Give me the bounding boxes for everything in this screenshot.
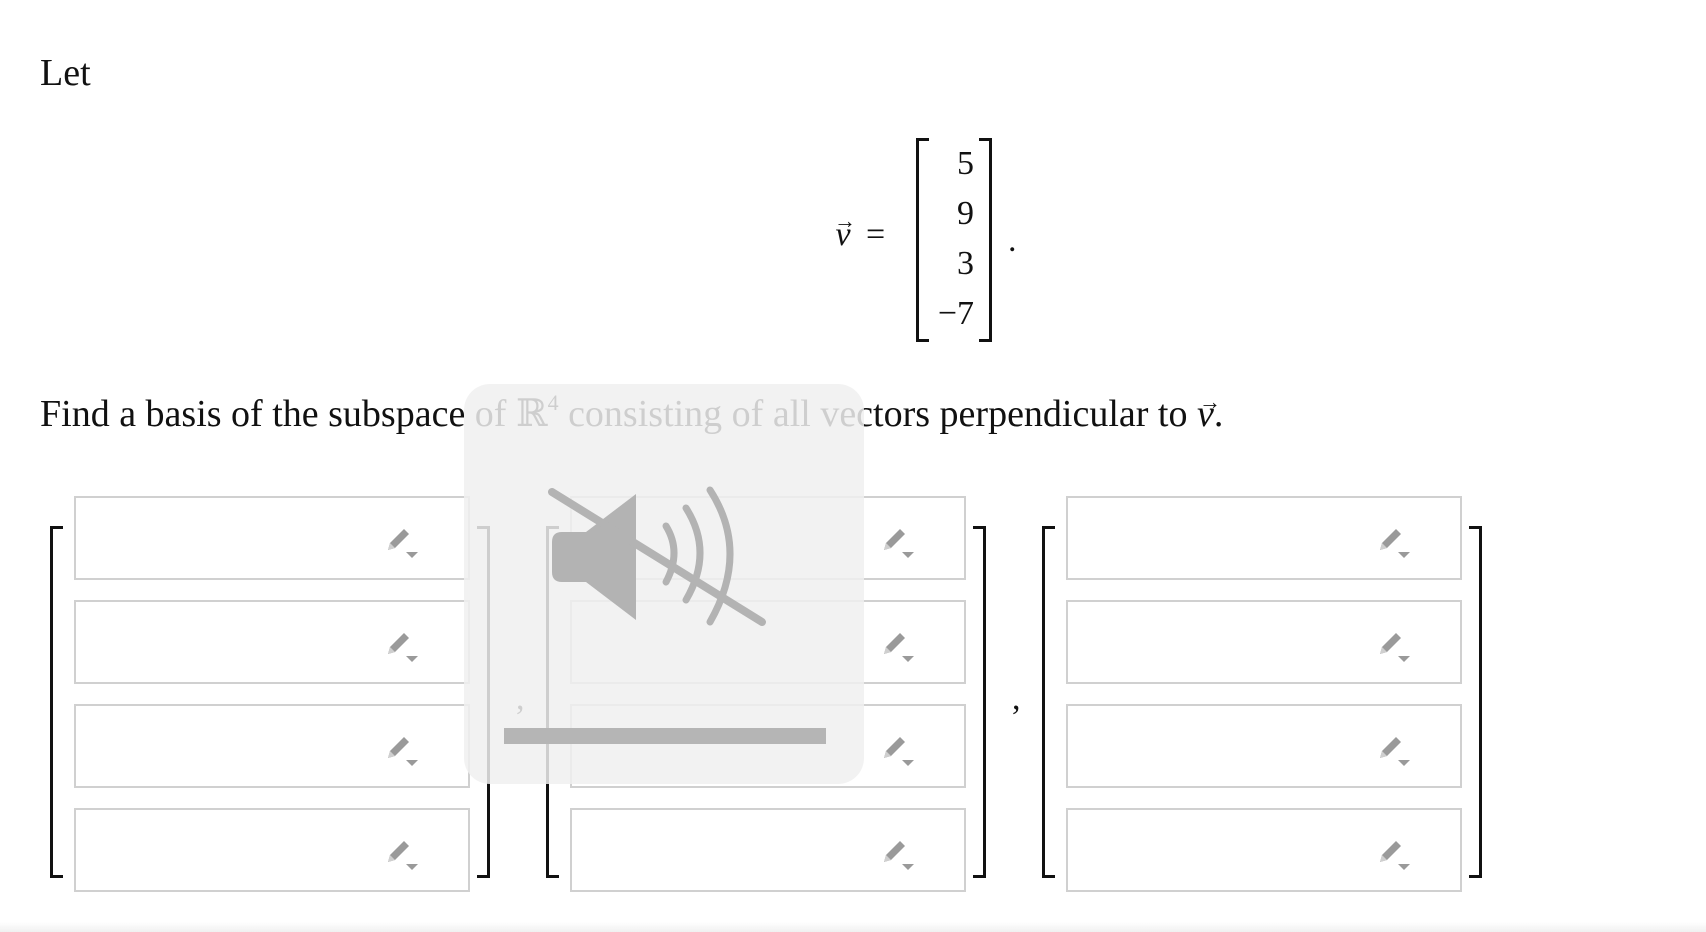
answer-input[interactable] — [74, 496, 470, 580]
answer-vector-1 — [38, 496, 490, 896]
vector-right-bracket — [973, 526, 986, 878]
pencil-dropdown-icon[interactable] — [382, 836, 422, 872]
intro-text: Let — [40, 52, 91, 94]
matrix-entry: −7 — [937, 295, 974, 332]
answer-input[interactable] — [1066, 704, 1462, 788]
speaker-muted-icon[interactable] — [544, 484, 774, 644]
media-progress-bar[interactable] — [504, 728, 826, 744]
vector-left-bracket — [50, 526, 63, 878]
vector-symbol: v → — [834, 208, 856, 253]
equals-sign: = — [866, 216, 886, 253]
pencil-dropdown-icon[interactable] — [1374, 732, 1414, 768]
pencil-dropdown-icon[interactable] — [878, 524, 918, 560]
pencil-dropdown-icon[interactable] — [878, 628, 918, 664]
pencil-dropdown-icon[interactable] — [878, 732, 918, 768]
matrix-entry: 9 — [957, 195, 974, 232]
matrix-left-bracket — [916, 138, 929, 342]
answer-input[interactable] — [1066, 496, 1462, 580]
pencil-dropdown-icon[interactable] — [382, 732, 422, 768]
matrix-entry: 5 — [957, 145, 974, 182]
vector-left-bracket — [1042, 526, 1055, 878]
vector-matrix: 5 9 3 −7 — [916, 138, 992, 342]
pencil-dropdown-icon[interactable] — [1374, 628, 1414, 664]
matrix-entry: 3 — [957, 245, 974, 282]
answer-input[interactable] — [1066, 600, 1462, 684]
pencil-dropdown-icon[interactable] — [1374, 836, 1414, 872]
vector-right-bracket — [1469, 526, 1482, 878]
pencil-dropdown-icon[interactable] — [1374, 524, 1414, 560]
vector-separator: , — [1012, 680, 1021, 717]
answer-vector-3 — [1030, 496, 1482, 896]
bottom-edge — [0, 922, 1706, 932]
period: . — [1008, 222, 1017, 259]
answer-input[interactable] — [1066, 808, 1462, 892]
answer-input[interactable] — [74, 600, 470, 684]
vector-arrow: → — [834, 208, 856, 233]
media-muted-overlay[interactable] — [464, 384, 864, 784]
pencil-dropdown-icon[interactable] — [382, 628, 422, 664]
vector-definition: v → = 5 9 3 −7 . — [832, 136, 1032, 342]
answer-input[interactable] — [74, 704, 470, 788]
answer-input[interactable] — [74, 808, 470, 892]
answer-input[interactable] — [570, 808, 966, 892]
matrix-right-bracket — [979, 138, 992, 342]
pencil-dropdown-icon[interactable] — [382, 524, 422, 560]
pencil-dropdown-icon[interactable] — [878, 836, 918, 872]
